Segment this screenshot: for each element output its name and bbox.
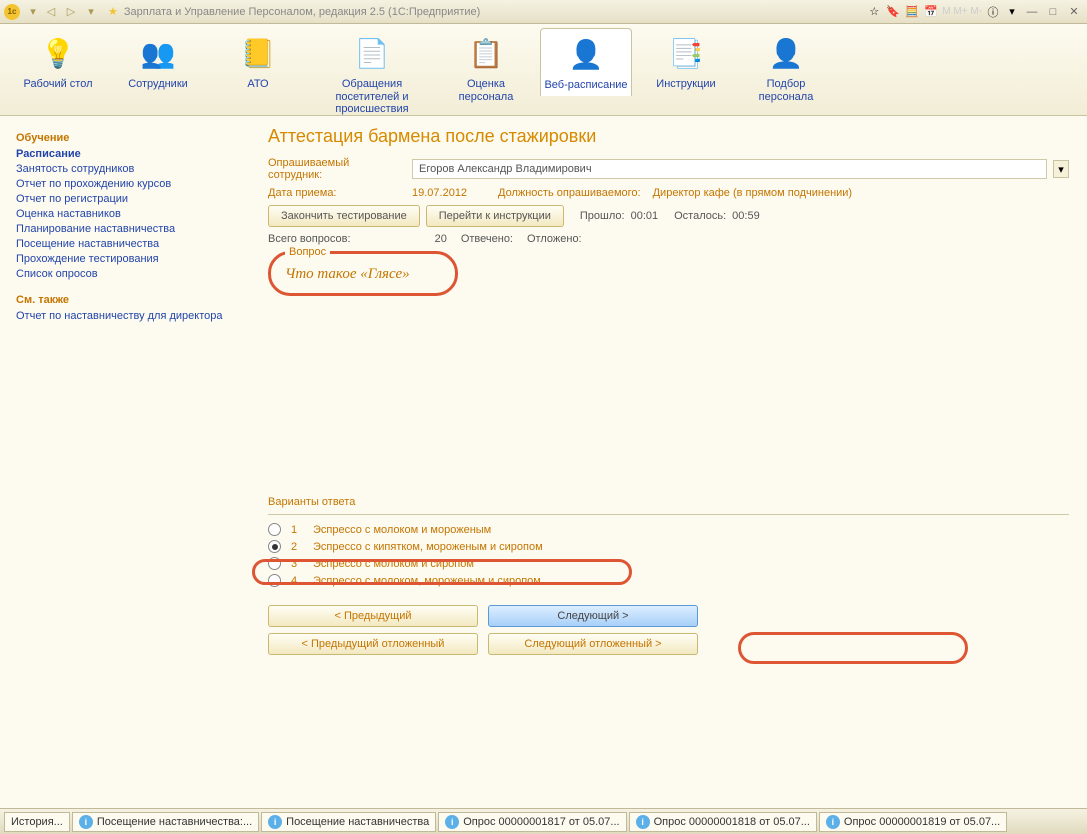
sidebar-item-schedule[interactable]: Расписание <box>16 148 234 160</box>
close-button[interactable]: ✕ <box>1065 3 1083 21</box>
sidebar-item-mentor-plan[interactable]: Планирование наставничества <box>16 223 234 235</box>
sidebar: Обучение Расписание Занятость сотруднико… <box>0 116 250 808</box>
position-value: Директор кафе (в прямом подчинении) <box>653 187 852 199</box>
question-box: Вопрос Что такое «Глясе» <box>268 251 458 296</box>
highlight-answer <box>252 559 632 585</box>
radio-icon[interactable] <box>268 540 281 553</box>
main-panel: Аттестация бармена после стажировки Опра… <box>250 116 1087 808</box>
clipboard-icon: 📋 <box>465 32 507 74</box>
toolbar-assessment[interactable]: 📋Оценка персонала <box>440 28 532 107</box>
maximize-button[interactable]: □ <box>1044 3 1062 21</box>
toolbar-ato[interactable]: 📒АТО <box>212 28 304 95</box>
add-person-icon: 👤 <box>765 32 807 74</box>
window-tab[interactable]: iОпрос 00000001817 от 05.07... <box>438 812 626 832</box>
page-title: Аттестация бармена после стажировки <box>268 126 1069 147</box>
sidebar-item-mentor-eval[interactable]: Оценка наставников <box>16 208 234 220</box>
forward-icon[interactable]: ▷ <box>62 3 80 21</box>
calendar-icon[interactable]: 📅 <box>923 4 939 20</box>
info-icon: i <box>268 815 282 829</box>
sidebar-item-testing[interactable]: Прохождение тестирования <box>16 253 234 265</box>
desktop-icon: 💡 <box>37 32 79 74</box>
instructions-icon: 📑 <box>665 32 707 74</box>
remain-value: 00:59 <box>732 210 760 222</box>
info-icon: i <box>636 815 650 829</box>
info-icon: i <box>445 815 459 829</box>
sidebar-item-reg-report[interactable]: Отчет по регистрации <box>16 193 234 205</box>
total-value: 20 <box>435 233 447 245</box>
goto-instruction-button[interactable]: Перейти к инструкции <box>426 205 564 227</box>
radio-icon[interactable] <box>268 523 281 536</box>
history-button[interactable]: История... <box>4 812 70 832</box>
prev-button[interactable]: < Предыдущий <box>268 605 478 627</box>
answer-option-2[interactable]: 2 Эспрессо с кипятком, мороженым и сироп… <box>268 538 1069 555</box>
toolbar-instructions[interactable]: 📑Инструкции <box>640 28 732 95</box>
deferred-label: Отложено: <box>527 233 582 245</box>
toolbar-employees[interactable]: 👥Сотрудники <box>112 28 204 95</box>
memory-indicators: M M+ M- <box>942 6 982 17</box>
window-tab[interactable]: iПосещение наставничества:... <box>72 812 259 832</box>
window-tab[interactable]: iОпрос 00000001818 от 05.07... <box>629 812 817 832</box>
total-label: Всего вопросов: <box>268 233 351 245</box>
toolbar-desktop[interactable]: 💡Рабочий стол <box>12 28 104 95</box>
answer-text: Эспрессо с молоком и мороженым <box>313 524 491 536</box>
toolbar-web-schedule[interactable]: 👤Веб-расписание <box>540 28 632 96</box>
position-label: Должность опрашиваемого: <box>498 187 641 199</box>
dropdown-icon[interactable]: ▾ <box>82 3 100 21</box>
window-tab[interactable]: iОпрос 00000001819 от 05.07... <box>819 812 1007 832</box>
nav-buttons: ◁ ▷ ▾ <box>42 3 100 21</box>
window-tab[interactable]: iПосещение наставничества <box>261 812 436 832</box>
employee-label: Опрашиваемый сотрудник: <box>268 157 406 181</box>
document-icon: 📄 <box>351 32 393 74</box>
answered-label: Отвечено: <box>461 233 513 245</box>
titlebar: 1c ▾ ◁ ▷ ▾ ★ Зарплата и Управление Персо… <box>0 0 1087 24</box>
next-button[interactable]: Следующий > <box>488 605 698 627</box>
sidebar-item-surveys[interactable]: Список опросов <box>16 268 234 280</box>
hiredate-label: Дата приема: <box>268 187 406 199</box>
sidebar-item-course-report[interactable]: Отчет по прохождению курсов <box>16 178 234 190</box>
calc-icon[interactable]: 🧮 <box>904 4 920 20</box>
window-title: Зарплата и Управление Персоналом, редакц… <box>124 6 866 18</box>
elapsed-label: Прошло: <box>580 210 625 222</box>
answer-number: 1 <box>291 524 303 536</box>
elapsed-value: 00:01 <box>631 210 659 222</box>
sidebar-header-training: Обучение <box>16 132 234 144</box>
sidebar-item-mentor-visit[interactable]: Посещение наставничества <box>16 238 234 250</box>
back-icon[interactable]: ◁ <box>42 3 60 21</box>
answer-option-1[interactable]: 1 Эспрессо с молоком и мороженым <box>268 521 1069 538</box>
favorite-icon[interactable]: ☆ <box>866 4 882 20</box>
remain-label: Осталось: <box>674 210 726 222</box>
info-icon[interactable]: ⓘ <box>985 4 1001 20</box>
finish-test-button[interactable]: Закончить тестирование <box>268 205 420 227</box>
minimize-button[interactable]: — <box>1023 3 1041 21</box>
dropdown-icon[interactable]: ▾ <box>1053 160 1069 178</box>
answer-text: Эспрессо с кипятком, мороженым и сиропом <box>313 541 543 553</box>
next-deferred-button[interactable]: Следующий отложенный > <box>488 633 698 655</box>
dropdown-icon[interactable]: ▾ <box>24 3 42 21</box>
sidebar-item-occupancy[interactable]: Занятость сотрудников <box>16 163 234 175</box>
app-icon: 1c <box>4 4 20 20</box>
person-icon: 👤 <box>565 33 607 75</box>
sidebar-header-seealso: См. также <box>16 294 234 306</box>
question-legend: Вопрос <box>285 246 330 258</box>
question-text: Что такое «Глясе» <box>285 266 441 283</box>
statusbar: История... iПосещение наставничества:...… <box>0 808 1087 834</box>
toolbar-recruit[interactable]: 👤Подбор персонала <box>740 28 832 107</box>
answers-legend: Варианты ответа <box>268 496 1069 508</box>
toolbar-appeals[interactable]: 📄Обращения посетителей и происшествия <box>312 28 432 120</box>
hiredate-value: 19.07.2012 <box>412 187 492 199</box>
sidebar-item-director-report[interactable]: Отчет по наставничеству для директора <box>16 310 234 322</box>
answer-number: 2 <box>291 541 303 553</box>
ato-icon: 📒 <box>237 32 279 74</box>
prev-deferred-button[interactable]: < Предыдущий отложенный <box>268 633 478 655</box>
main-toolbar: 💡Рабочий стол 👥Сотрудники 📒АТО 📄Обращени… <box>0 24 1087 116</box>
star-icon[interactable]: ★ <box>108 5 118 18</box>
highlight-next <box>738 632 968 664</box>
bookmark-icon[interactable]: 🔖 <box>885 4 901 20</box>
employees-icon: 👥 <box>137 32 179 74</box>
info-icon: i <box>826 815 840 829</box>
dropdown-icon[interactable]: ▾ <box>1004 4 1020 20</box>
employee-field[interactable]: Егоров Александр Владимирович <box>412 159 1047 179</box>
info-icon: i <box>79 815 93 829</box>
